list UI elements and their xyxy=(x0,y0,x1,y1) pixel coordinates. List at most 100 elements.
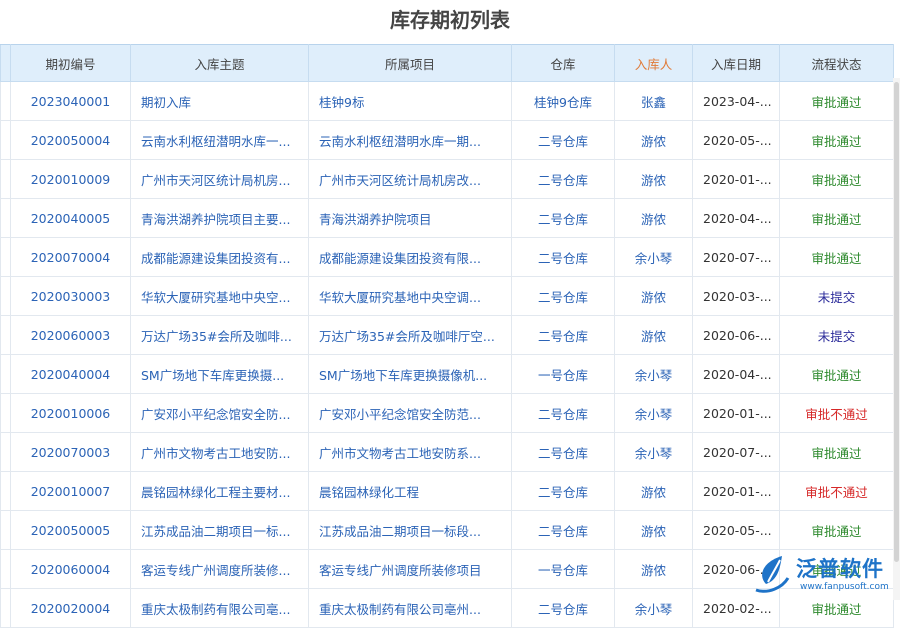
brand-name: 泛普软件 xyxy=(796,557,884,581)
cell-status: 审批通过 xyxy=(779,120,894,160)
cell-project: SM广场地下车库更换摄像机... xyxy=(308,354,512,394)
table-row[interactable]: 2023040001 期初入库 桂钟9标 桂钟9仓库 张鑫 2023-04-... 审批通过 xyxy=(0,81,894,121)
row-indicator xyxy=(0,237,11,277)
cell-code[interactable]: 2020060004 xyxy=(10,549,131,589)
cell-subject[interactable]: 云南水利枢纽潜明水库一... xyxy=(130,120,309,160)
brand-url: www.fanpusoft.com xyxy=(800,582,889,592)
row-indicator xyxy=(0,81,11,121)
cell-subject[interactable]: 晨铭园林绿化工程主要材... xyxy=(130,471,309,511)
row-indicator xyxy=(0,471,11,511)
cell-status: 审批通过 xyxy=(779,510,894,550)
cell-project: 华软大厦研究基地中央空调... xyxy=(308,276,512,316)
column-header-date[interactable]: 入库日期 xyxy=(692,44,780,82)
cell-warehouse: 二号仓库 xyxy=(511,432,615,472)
cell-subject[interactable]: 客运专线广州调度所装修... xyxy=(130,549,309,589)
cell-project: 成都能源建设集团投资有限... xyxy=(308,237,512,277)
cell-date: 2020-03-... xyxy=(692,276,780,316)
cell-subject[interactable]: 广安邓小平纪念馆安全防... xyxy=(130,393,309,433)
column-header-warehouse[interactable]: 仓库 xyxy=(511,44,615,82)
cell-person: 余小琴 xyxy=(614,588,693,628)
cell-subject[interactable]: 广州市天河区统计局机房... xyxy=(130,159,309,199)
cell-code[interactable]: 2020010009 xyxy=(10,159,131,199)
table-row[interactable]: 2020010009 广州市天河区统计局机房... 广州市天河区统计局机房改... 二… xyxy=(0,159,894,199)
cell-code[interactable]: 2020050005 xyxy=(10,510,131,550)
row-indicator xyxy=(0,198,11,238)
cell-code[interactable]: 2020020004 xyxy=(10,588,131,628)
column-header-person[interactable]: 入库人 xyxy=(614,44,693,82)
cell-project: 广州市文物考古工地安防系... xyxy=(308,432,512,472)
row-indicator xyxy=(0,276,11,316)
cell-warehouse: 二号仓库 xyxy=(511,510,615,550)
cell-code[interactable]: 2020060003 xyxy=(10,315,131,355)
cell-project: 云南水利枢纽潜明水库一期... xyxy=(308,120,512,160)
cell-subject[interactable]: 华软大厦研究基地中央空... xyxy=(130,276,309,316)
cell-subject[interactable]: 江苏成品油二期项目一标... xyxy=(130,510,309,550)
cell-status: 审批通过 xyxy=(779,237,894,277)
column-header-code[interactable]: 期初编号 xyxy=(10,44,131,82)
cell-project: 江苏成品油二期项目一标段... xyxy=(308,510,512,550)
cell-warehouse: 二号仓库 xyxy=(511,159,615,199)
cell-warehouse: 二号仓库 xyxy=(511,237,615,277)
cell-status: 审批通过 xyxy=(779,198,894,238)
table-row[interactable]: 2020060003 万达广场35#会所及咖啡... 万达广场35#会所及咖啡厅空.… xyxy=(0,315,894,355)
cell-subject[interactable]: 广州市文物考古工地安防... xyxy=(130,432,309,472)
cell-status: 审批通过 xyxy=(779,81,894,121)
cell-date: 2020-07-... xyxy=(692,237,780,277)
cell-warehouse: 二号仓库 xyxy=(511,198,615,238)
cell-subject[interactable]: 重庆太极制药有限公司亳... xyxy=(130,588,309,628)
cell-date: 2020-04-... xyxy=(692,354,780,394)
row-indicator xyxy=(0,159,11,199)
cell-project: 客运专线广州调度所装修项目 xyxy=(308,549,512,589)
table-body: 2023040001 期初入库 桂钟9标 桂钟9仓库 张鑫 2023-04-... 审批通过… xyxy=(0,81,894,628)
table-row[interactable]: 2020040004 SM广场地下车库更换摄... SM广场地下车库更换摄像机...… xyxy=(0,354,894,394)
cell-code[interactable]: 2020050004 xyxy=(10,120,131,160)
cell-code[interactable]: 2020040005 xyxy=(10,198,131,238)
cell-status: 审批通过 xyxy=(779,354,894,394)
cell-warehouse: 二号仓库 xyxy=(511,120,615,160)
cell-warehouse: 二号仓库 xyxy=(511,315,615,355)
cell-subject[interactable]: 期初入库 xyxy=(130,81,309,121)
table-row[interactable]: 2020010006 广安邓小平纪念馆安全防... 广安邓小平纪念馆安全防范... 二… xyxy=(0,393,894,433)
column-header-project[interactable]: 所属项目 xyxy=(308,44,512,82)
cell-code[interactable]: 2020030003 xyxy=(10,276,131,316)
cell-date: 2020-05-... xyxy=(692,120,780,160)
table-row[interactable]: 2020050004 云南水利枢纽潜明水库一... 云南水利枢纽潜明水库一期... 二… xyxy=(0,120,894,160)
cell-project: 广安邓小平纪念馆安全防范... xyxy=(308,393,512,433)
cell-person: 余小琴 xyxy=(614,354,693,394)
cell-warehouse: 桂钟9仓库 xyxy=(511,81,615,121)
cell-status: 未提交 xyxy=(779,276,894,316)
table-row[interactable]: 2020050005 江苏成品油二期项目一标... 江苏成品油二期项目一标段... 二… xyxy=(0,510,894,550)
cell-person: 游侬 xyxy=(614,549,693,589)
row-indicator xyxy=(0,432,11,472)
cell-code[interactable]: 2023040001 xyxy=(10,81,131,121)
column-header-status[interactable]: 流程状态 xyxy=(779,44,894,82)
cell-subject[interactable]: 成都能源建设集团投资有... xyxy=(130,237,309,277)
row-indicator xyxy=(0,510,11,550)
cell-warehouse: 二号仓库 xyxy=(511,276,615,316)
cell-code[interactable]: 2020040004 xyxy=(10,354,131,394)
cell-warehouse: 二号仓库 xyxy=(511,393,615,433)
table-row[interactable]: 2020040005 青海洪湖养护院项目主要... 青海洪湖养护院项目 二号仓库 游侬 2… xyxy=(0,198,894,238)
cell-code[interactable]: 2020010006 xyxy=(10,393,131,433)
table-row[interactable]: 2020070003 广州市文物考古工地安防... 广州市文物考古工地安防系... 二… xyxy=(0,432,894,472)
cell-date: 2020-06-... xyxy=(692,315,780,355)
row-indicator xyxy=(0,315,11,355)
table-row[interactable]: 2020070004 成都能源建设集团投资有... 成都能源建设集团投资有限... 二… xyxy=(0,237,894,277)
vertical-scrollbar-thumb[interactable] xyxy=(894,82,899,562)
cell-code[interactable]: 2020070003 xyxy=(10,432,131,472)
cell-status: 审批通过 xyxy=(779,432,894,472)
cell-code[interactable]: 2020010007 xyxy=(10,471,131,511)
cell-date: 2020-07-... xyxy=(692,432,780,472)
cell-subject[interactable]: 青海洪湖养护院项目主要... xyxy=(130,198,309,238)
cell-code[interactable]: 2020070004 xyxy=(10,237,131,277)
column-header-subject[interactable]: 入库主题 xyxy=(130,44,309,82)
cell-status: 审批不通过 xyxy=(779,471,894,511)
cell-subject[interactable]: SM广场地下车库更换摄... xyxy=(130,354,309,394)
cell-project: 广州市天河区统计局机房改... xyxy=(308,159,512,199)
table-row[interactable]: 2020010007 晨铭园林绿化工程主要材... 晨铭园林绿化工程 二号仓库 游侬 20… xyxy=(0,471,894,511)
cell-subject[interactable]: 万达广场35#会所及咖啡... xyxy=(130,315,309,355)
page-title: 库存期初列表 xyxy=(390,8,510,32)
table-row[interactable]: 2020030003 华软大厦研究基地中央空... 华软大厦研究基地中央空调... 二… xyxy=(0,276,894,316)
cell-person: 游侬 xyxy=(614,315,693,355)
cell-warehouse: 一号仓库 xyxy=(511,549,615,589)
